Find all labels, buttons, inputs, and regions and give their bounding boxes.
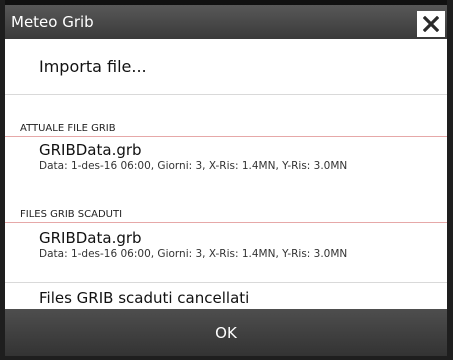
current-file-section-header: ATTUALE FILE GRIB	[5, 123, 447, 137]
delete-expired-files-item[interactable]: Files GRIB scaduti cancellati	[5, 282, 447, 312]
current-file-name: GRIBData.grb	[39, 141, 142, 159]
import-file-item[interactable]: Importa file...	[5, 39, 447, 95]
dialog-content: Importa file... ATTUALE FILE GRIB GRIBDa…	[5, 39, 447, 309]
dialog-title: Meteo Grib	[11, 13, 94, 31]
expired-file-name: GRIBData.grb	[39, 229, 142, 247]
close-icon	[423, 16, 439, 32]
dialog-titlebar: Meteo Grib	[5, 0, 447, 39]
current-grib-file-item[interactable]: GRIBData.grb Data: 1-des-16 06:00, Giorn…	[5, 141, 447, 173]
current-file-details: Data: 1-des-16 06:00, Giorni: 3, X-Ris: …	[39, 160, 348, 172]
close-button[interactable]	[417, 11, 445, 37]
expired-files-section-header: FILES GRIB SCADUTI	[5, 209, 447, 223]
ok-button-label: OK	[215, 323, 237, 342]
expired-file-details: Data: 1-des-16 06:00, Giorni: 3, X-Ris: …	[39, 248, 348, 260]
ok-button[interactable]: OK	[5, 309, 447, 356]
import-file-label: Importa file...	[39, 57, 147, 76]
meteo-grib-dialog: Meteo Grib Importa file... ATTUALE FILE …	[0, 0, 453, 360]
expired-grib-file-item[interactable]: GRIBData.grb Data: 1-des-16 06:00, Giorn…	[5, 229, 447, 261]
delete-expired-files-label: Files GRIB scaduti cancellati	[39, 288, 250, 307]
